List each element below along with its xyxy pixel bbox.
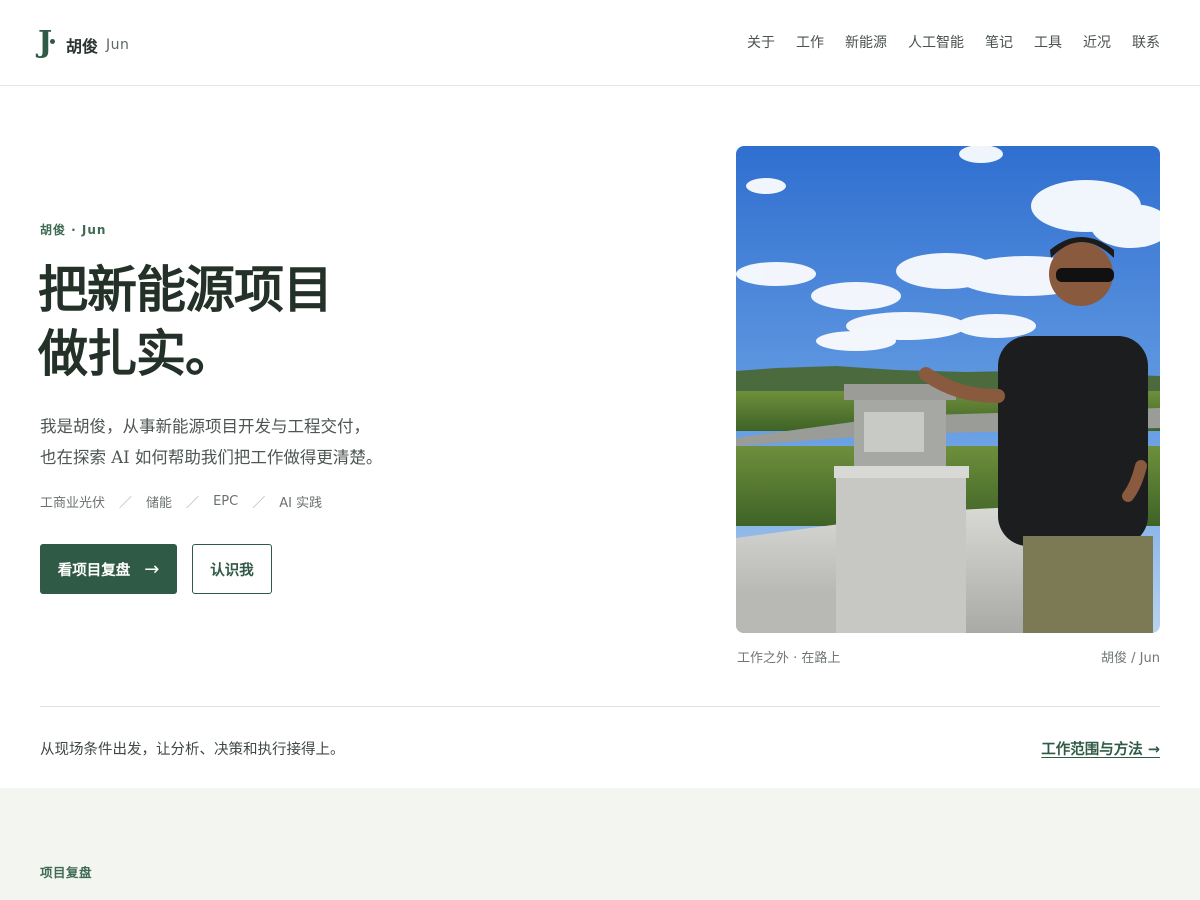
about-me-label: 认识我 xyxy=(210,562,254,579)
view-projects-button[interactable]: 看项目复盘 → xyxy=(40,544,177,594)
hero-title-line-2: 做扎实。 xyxy=(38,324,235,383)
about-me-button[interactable]: 认识我 xyxy=(192,544,272,594)
nav-contact[interactable]: 联系 xyxy=(1132,32,1160,52)
hero-intro: 我是胡俊，从事新能源项目开发与工程交付， 也在探索 AI 如何帮助我们把工作做得… xyxy=(40,411,382,473)
project-review-section: 项目复盘 xyxy=(0,788,1200,900)
focus-tags: 工商业光伏 ／ 储能 ／ EPC ／ AI 实践 xyxy=(40,492,322,511)
view-projects-label: 看项目复盘 xyxy=(57,562,131,579)
site-name: 胡俊 xyxy=(66,37,99,56)
section-title: 项目复盘 xyxy=(40,865,93,880)
site-header: J 胡俊 Jun 关于 工作 新能源 人工智能 笔记 工具 近况 联系 xyxy=(0,0,1200,86)
nav-notes[interactable]: 笔记 xyxy=(985,32,1013,52)
hero-eyebrow: 胡俊 · Jun xyxy=(40,223,107,237)
nav-ai[interactable]: 人工智能 xyxy=(908,32,964,52)
nav-about[interactable]: 关于 xyxy=(747,32,775,52)
tag-item: EPC xyxy=(213,494,239,509)
arrow-right-icon: → xyxy=(144,558,160,580)
photo-credit: 胡俊 / Jun xyxy=(1101,651,1160,666)
work-scope-link[interactable]: 工作范围与方法 → xyxy=(1041,738,1160,759)
tag-separator: ／ xyxy=(252,496,266,511)
hero-photo xyxy=(736,146,1160,633)
hero-intro-line-1: 我是胡俊，从事新能源项目开发与工程交付， xyxy=(40,417,370,436)
tag-item: 储能 xyxy=(146,496,173,511)
hero-title: 把新能源项目 做扎实。 xyxy=(38,258,638,386)
main-nav: 关于 工作 新能源 人工智能 笔记 工具 近况 联系 xyxy=(747,32,1160,52)
tag-separator: ／ xyxy=(119,496,133,511)
nav-tools[interactable]: 工具 xyxy=(1034,32,1062,52)
nav-new-energy[interactable]: 新能源 xyxy=(845,32,887,52)
logo-dot xyxy=(50,39,55,44)
nav-now[interactable]: 近况 xyxy=(1083,32,1111,52)
logo-mark-icon: J xyxy=(38,26,60,62)
approach-summary: 从现场条件出发，让分析、决策和执行接得上。 xyxy=(40,742,345,758)
tag-item: AI 实践 xyxy=(279,496,323,511)
tag-separator: ／ xyxy=(186,496,200,511)
site-name-en: Jun xyxy=(106,37,130,53)
photo-caption: 工作之外 · 在路上 xyxy=(737,651,841,666)
hero-title-line-1: 把新能源项目 xyxy=(38,260,333,319)
nav-work[interactable]: 工作 xyxy=(796,32,824,52)
site-logo[interactable]: J 胡俊 Jun xyxy=(38,26,130,62)
tag-item: 工商业光伏 xyxy=(40,496,106,511)
hero-intro-line-2: 也在探索 AI 如何帮助我们把工作做得更清楚。 xyxy=(40,448,383,467)
section-divider xyxy=(40,706,1160,707)
